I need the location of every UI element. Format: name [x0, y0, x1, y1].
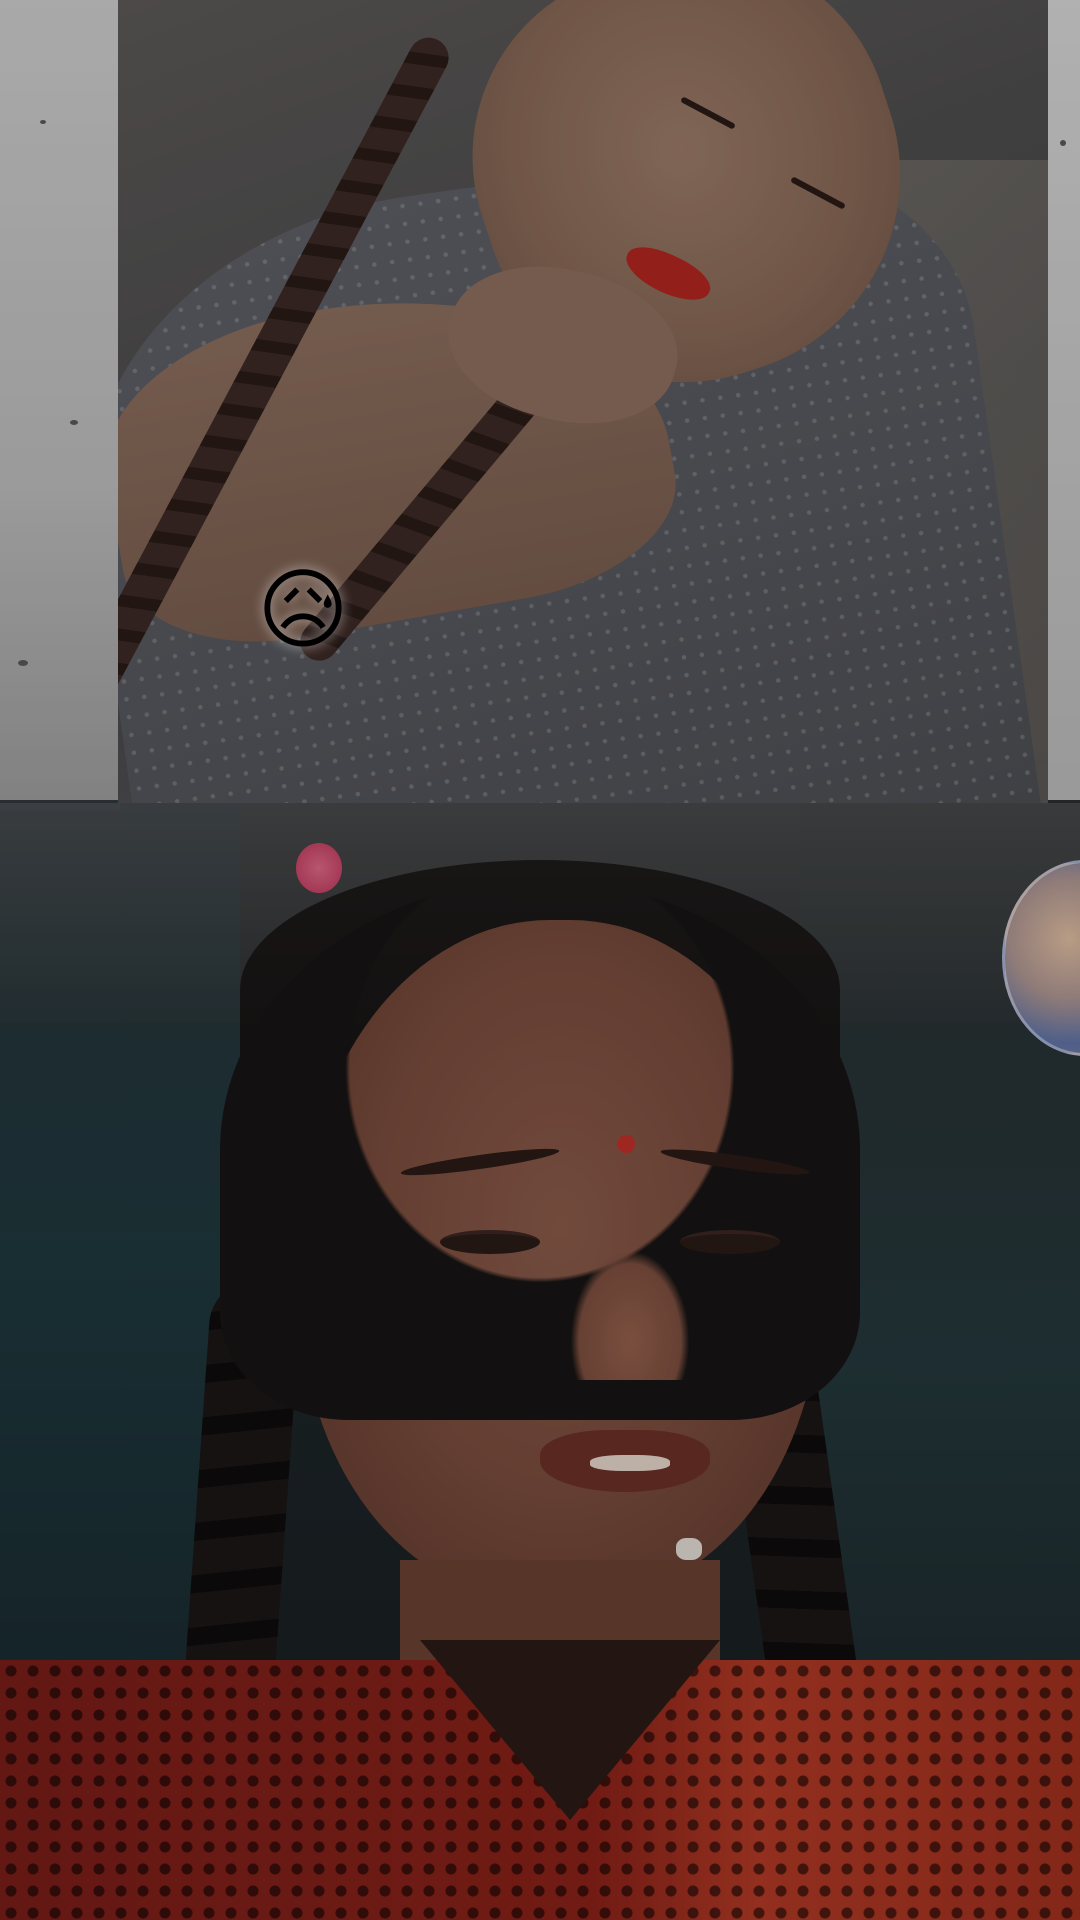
- nose: [570, 1250, 690, 1380]
- top-video-frame: [118, 0, 1048, 803]
- bindi: [617, 1135, 635, 1153]
- white-speck: [676, 1538, 702, 1560]
- dust-speck: [40, 120, 46, 124]
- dust-speck: [70, 420, 78, 425]
- video-player[interactable]: 😥: [0, 0, 1080, 1920]
- dust-speck: [18, 660, 28, 666]
- hair-tie: [296, 843, 342, 893]
- teeth: [590, 1455, 670, 1471]
- eye-right: [680, 1230, 780, 1254]
- dust-speck: [1060, 140, 1066, 146]
- background-right-frame: [1045, 0, 1080, 810]
- sad-but-relieved-face-icon: 😥: [257, 558, 349, 661]
- eye-left: [440, 1230, 540, 1254]
- background-left-frame: [0, 0, 120, 810]
